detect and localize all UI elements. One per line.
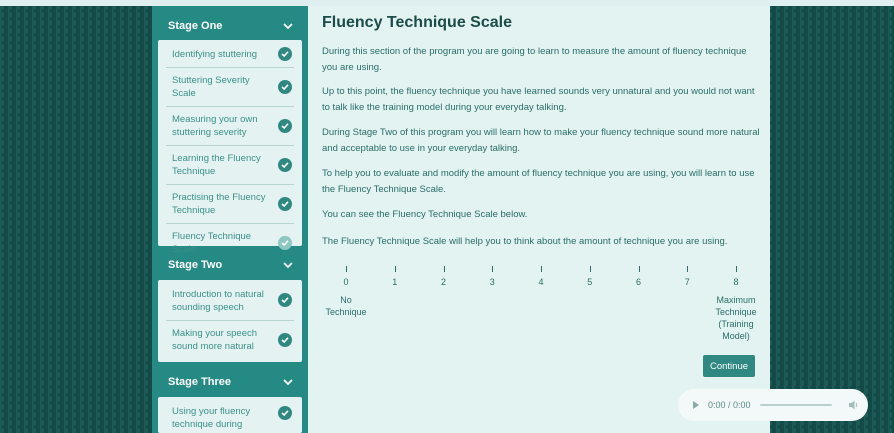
scale-number: 6: [635, 277, 642, 287]
stage-one-title: Stage One: [168, 20, 223, 32]
paragraph: The Fluency Technique Scale will help yo…: [322, 236, 728, 247]
sidebar-item-learning-technique[interactable]: Learning the Fluency Technique: [166, 146, 294, 185]
sidebar-item-label: Learning the Fluency Technique: [172, 153, 261, 177]
scale-number: 1: [392, 277, 398, 287]
page-title: Fluency Technique Scale: [322, 14, 512, 31]
sidebar-item-label: Stuttering Severity Scale: [172, 75, 250, 99]
sidebar-item-label: Measuring your own stuttering severity: [172, 114, 258, 138]
volume-icon[interactable]: [848, 399, 860, 411]
sidebar-item-natural-speech-intro[interactable]: Introduction to natural sounding speech: [166, 280, 294, 321]
sidebar: Stage One Identifying stuttering Stutter…: [152, 6, 308, 433]
stage-three-header[interactable]: Stage Three: [158, 368, 302, 396]
play-icon[interactable]: [692, 400, 700, 410]
scale-max-label: Maximum Technique (Training Model): [715, 295, 757, 341]
sidebar-item-label: Identifying stuttering: [172, 49, 258, 60]
check-icon: [278, 236, 292, 250]
scale-number: 4: [538, 277, 544, 287]
sidebar-item-more-natural[interactable]: Making your speech sound more natural: [166, 321, 294, 359]
stage-two-header[interactable]: Stage Two: [158, 251, 302, 279]
scale-tick: [638, 266, 640, 272]
paragraph: You can see the Fluency Technique Scale …: [322, 209, 528, 220]
stage-one-header[interactable]: Stage One: [158, 12, 302, 40]
scale-number: 7: [684, 277, 690, 287]
scale-number: 2: [440, 277, 447, 287]
scale-tick: [736, 266, 737, 272]
check-icon: [278, 80, 292, 94]
check-icon: [278, 333, 292, 347]
main-content: Fluency Technique Scale During this sect…: [308, 6, 770, 433]
check-icon: [278, 46, 292, 61]
sidebar-item-label: Making your speech sound more natural: [172, 328, 258, 352]
intro-paragraph: During this section of the program you a…: [322, 46, 747, 73]
scale-tick: [443, 266, 445, 272]
stage-two-list: Introduction to natural sounding speech …: [158, 280, 302, 362]
check-icon: [278, 197, 292, 211]
scale-tick: [492, 266, 494, 272]
scale-tick: [541, 266, 542, 272]
scale-number: 5: [587, 277, 593, 287]
sidebar-item-label: Using your fluency technique during: [172, 406, 251, 430]
chevron-down-icon: [283, 23, 293, 30]
sidebar-item-label: Introduction to natural sounding speech: [172, 289, 264, 313]
sidebar-item-label: Practising the Fluency Technique: [172, 192, 266, 216]
scale-tick: [346, 266, 347, 272]
sidebar-item-practising-technique[interactable]: Practising the Fluency Technique: [166, 185, 294, 224]
sidebar-item-measuring-severity[interactable]: Measuring your own stuttering severity: [166, 107, 294, 146]
audio-time: 0:00 / 0:00: [708, 400, 751, 410]
paragraph: During Stage Two of this program you wil…: [322, 127, 760, 154]
audio-player: 0:00 / 0:00: [678, 389, 868, 421]
stage-three-title: Stage Three: [168, 376, 231, 388]
check-icon: [278, 293, 292, 307]
chevron-down-icon: [283, 379, 293, 386]
check-icon: [278, 119, 292, 133]
continue-button[interactable]: Continue: [703, 355, 755, 377]
scale-min-label: No Technique: [325, 295, 367, 317]
scale-number: 8: [733, 277, 739, 287]
sidebar-item-using-technique[interactable]: Using your fluency technique during: [166, 397, 294, 433]
paragraph: To help you to evaluate and modify the a…: [322, 168, 755, 195]
check-icon: [278, 406, 292, 420]
paragraph: Up to this point, the fluency technique …: [322, 86, 755, 113]
chevron-down-icon: [283, 262, 293, 269]
stage-three-list: Using your fluency technique during: [158, 397, 302, 433]
audio-progress-bar[interactable]: [760, 404, 832, 406]
scale-number: 3: [489, 277, 495, 287]
stage-one-list: Identifying stuttering Stuttering Severi…: [158, 40, 302, 255]
sidebar-item-identifying-stuttering[interactable]: Identifying stuttering: [166, 40, 294, 68]
fluency-technique-scale: 0 1 2 3 4 5 6 7 8 No Technique Maximum Technique (Tra…: [308, 262, 770, 342]
stage-two-title: Stage Two: [168, 259, 223, 271]
scale-number: 0: [343, 277, 349, 287]
scale-tick: [589, 266, 591, 272]
sidebar-item-severity-scale[interactable]: Stuttering Severity Scale: [166, 68, 294, 107]
check-icon: [278, 158, 292, 172]
scale-tick: [394, 266, 396, 272]
scale-tick: [687, 266, 689, 272]
